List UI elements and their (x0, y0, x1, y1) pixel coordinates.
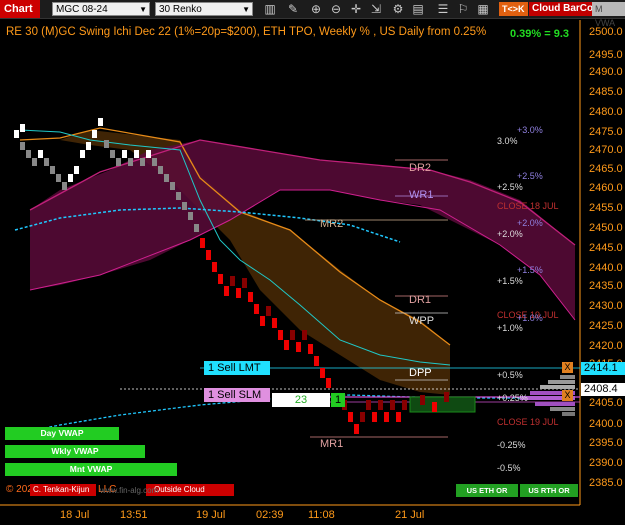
price-tick: 2450.0 (589, 222, 623, 234)
pct-label: +1.5% (517, 265, 543, 275)
pct-label: 3.0% (497, 136, 518, 146)
close-18-jul: CLOSE 18 JUL (497, 201, 559, 211)
price-tick: 2385.0 (589, 477, 623, 489)
cancel-stop-icon[interactable]: X (562, 390, 573, 401)
level-wpp: WPP (409, 315, 435, 327)
pct-label: +2.5% (517, 171, 543, 181)
level-mr2: MR2 (320, 218, 344, 230)
time-tick: 19 Jul (196, 509, 226, 521)
price-tick: 2390.0 (589, 457, 623, 469)
pct-label: +1.5% (497, 276, 523, 286)
pct-label: +2.0% (517, 218, 543, 228)
pct-label: -0.25% (497, 440, 526, 450)
pct-label: +3.0% (517, 125, 543, 135)
price-tick: 2495.0 (589, 49, 623, 61)
us-rth-or-button[interactable]: US RTH OR (520, 484, 578, 497)
time-tick: 21 Jul (395, 509, 425, 521)
price-tick: 2500.0 (589, 26, 623, 38)
day-vwap-bar: Day VWAP (5, 427, 119, 440)
pct-label: -0.5% (497, 463, 521, 473)
current-bar-box (409, 396, 476, 413)
pnl-display: 0.39% = 9.3 (510, 28, 570, 40)
limit-price-marker: 2414.1 (581, 362, 625, 375)
time-tick: 02:39 (256, 509, 284, 521)
outside-cloud-status: Outside Cloud (146, 484, 234, 496)
level-mr1: MR1 (320, 438, 344, 450)
tenkan-kijun-status: C. Tenkan-Kijun (30, 484, 96, 496)
price-tick: 2395.0 (589, 437, 623, 449)
sell-stop-order[interactable]: 1 Sell SLM (204, 388, 270, 402)
price-tick: 2485.0 (589, 86, 623, 98)
pct-label: +0.25% (497, 393, 528, 403)
price-tick: 2470.0 (589, 144, 623, 156)
pct-label: +2.0% (497, 229, 523, 239)
price-tick: 2425.0 (589, 320, 623, 332)
level-dr2: DR2 (409, 162, 432, 174)
position-size[interactable]: 1 (331, 393, 345, 407)
price-tick: 2400.0 (589, 418, 623, 430)
price-tick: 2405.0 (589, 397, 623, 409)
time-tick: 11:08 (308, 509, 335, 521)
price-tick: 2460.0 (589, 182, 623, 194)
watermark: www.fin-alg.com (100, 486, 159, 495)
price-tick: 2435.0 (589, 280, 623, 292)
close-19-jul-lower: CLOSE 19 JUL (497, 417, 559, 427)
sell-limit-order[interactable]: 1 Sell LMT (204, 361, 270, 375)
price-tick: 2480.0 (589, 106, 623, 118)
price-tick: 2430.0 (589, 300, 623, 312)
order-quantity[interactable]: 23 (272, 393, 330, 407)
price-tick: 2440.0 (589, 262, 623, 274)
level-dpp: DPP (409, 367, 432, 379)
level-wr1: WR1 (409, 189, 434, 201)
price-tick: 2475.0 (589, 126, 623, 138)
pct-label: +2.5% (497, 182, 523, 192)
cancel-limit-icon[interactable]: X (562, 362, 573, 373)
last-price-marker: 2408.4 (581, 383, 625, 396)
chart-title: RE 30 (M)GC Swing Ichi Dec 22 (1%=20p=$2… (6, 26, 487, 38)
weekly-vwap-bar: Wkly VWAP (5, 445, 145, 458)
us-eth-or-button[interactable]: US ETH OR (456, 484, 518, 497)
price-tick: 2445.0 (589, 242, 623, 254)
level-dr1: DR1 (409, 294, 432, 306)
monthly-vwap-bar: Mnt VWAP (5, 463, 177, 476)
pct-label: +0.5% (497, 370, 523, 380)
price-tick: 2420.0 (589, 340, 623, 352)
price-tick: 2455.0 (589, 202, 623, 214)
pct-label: +1.0% (497, 323, 523, 333)
price-tick: 2490.0 (589, 66, 623, 78)
price-tick: 2465.0 (589, 163, 623, 175)
time-tick: 13:51 (120, 509, 148, 521)
time-tick: 18 Jul (60, 509, 90, 521)
pct-label: +1.0% (517, 313, 543, 323)
